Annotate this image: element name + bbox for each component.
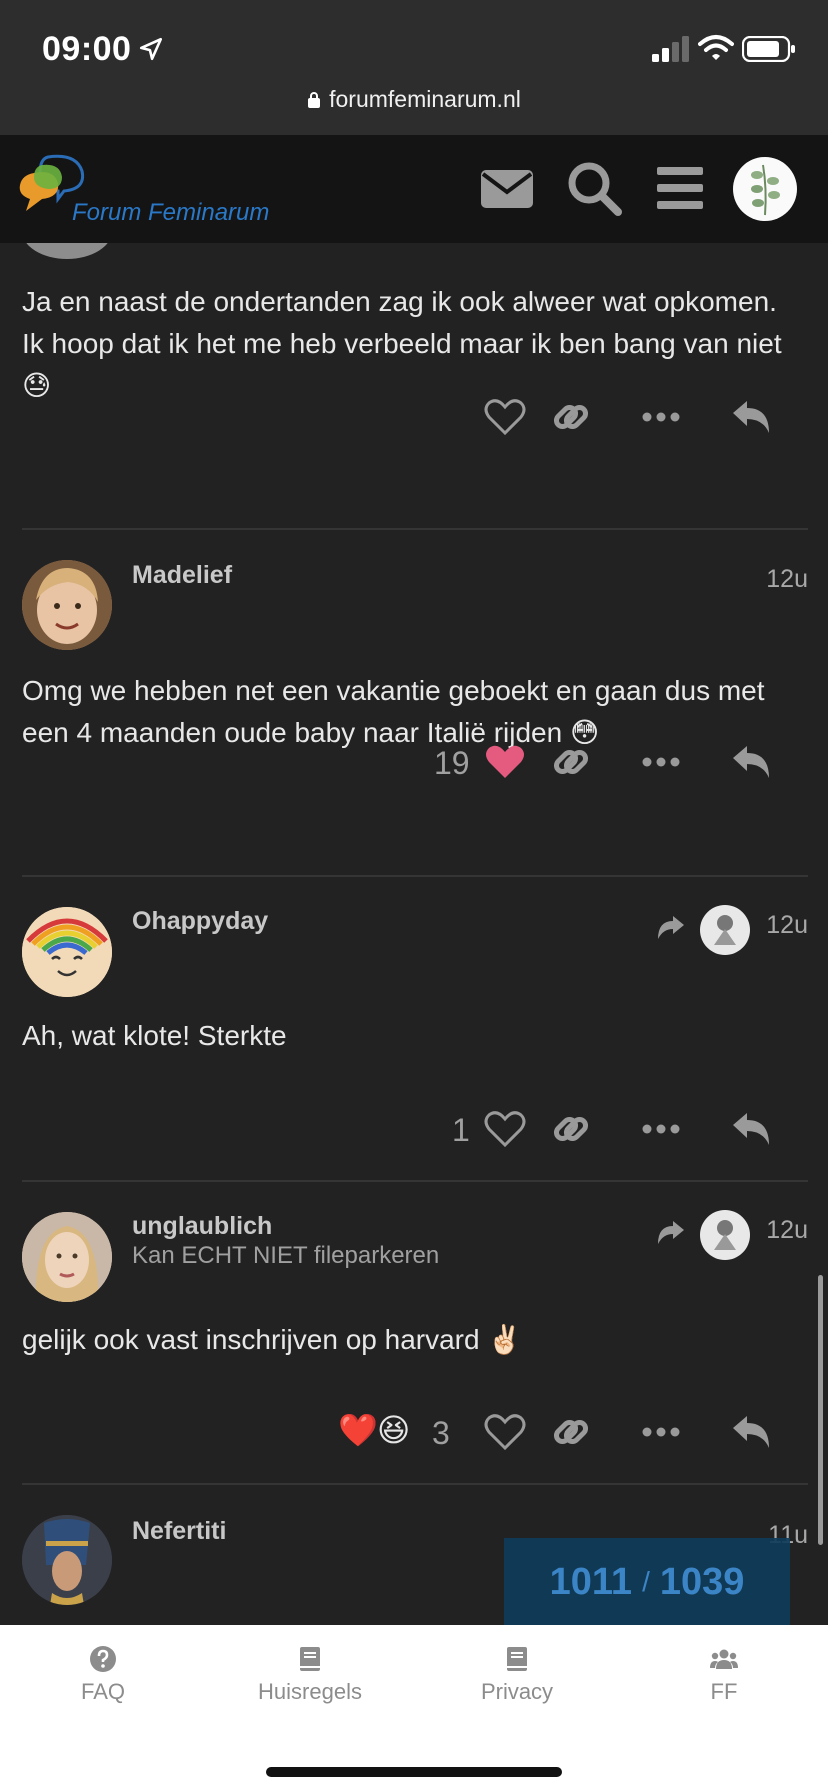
book-icon	[507, 1647, 527, 1671]
post-divider	[22, 875, 808, 877]
footer-nav: FAQ Huisregels Privacy FF	[0, 1625, 828, 1792]
avatar[interactable]	[22, 907, 112, 997]
book-icon	[300, 1647, 320, 1671]
eucalyptus-avatar-icon	[751, 164, 780, 216]
wifi-icon	[698, 35, 734, 60]
battery-icon	[742, 36, 795, 62]
site-header: Forum Feminarum	[0, 135, 828, 243]
heart-outline-icon[interactable]	[483, 1410, 527, 1454]
footer-label: FF	[710, 1679, 738, 1704]
footer-item-ff[interactable]: FF	[624, 1645, 824, 1705]
post-time[interactable]: 12u	[766, 565, 808, 594]
footer-item-huisregels[interactable]: Huisregels	[210, 1645, 410, 1705]
share-arrow-icon	[658, 1221, 684, 1244]
progress-total: 1039	[659, 1560, 745, 1603]
reply-icon[interactable]	[729, 395, 773, 439]
search-icon[interactable]	[565, 159, 623, 217]
share-arrow-icon	[658, 916, 684, 939]
url-text: forumfeminarum.nl	[329, 86, 521, 112]
lock-icon	[308, 92, 321, 108]
post-body: gelijk ook vast inschrijven op harvard ✌…	[22, 1324, 523, 1355]
reply-to-indicator[interactable]	[656, 1208, 750, 1262]
avatar[interactable]	[22, 1515, 112, 1605]
heart-filled-icon[interactable]	[483, 740, 527, 784]
progress-current: 1011	[549, 1560, 633, 1603]
reply-avatar	[700, 905, 750, 955]
heart-outline-icon[interactable]	[483, 395, 527, 439]
topic-progress[interactable]: 1011 / 1039	[504, 1538, 790, 1626]
avatar[interactable]	[22, 560, 112, 650]
link-icon[interactable]	[549, 1107, 593, 1151]
more-options-icon[interactable]	[639, 395, 683, 439]
reaction-heart-emoji[interactable]: ❤️	[338, 1412, 378, 1448]
envelope-icon[interactable]	[478, 159, 536, 217]
progress-separator: /	[642, 1566, 650, 1597]
more-options-icon[interactable]	[639, 1107, 683, 1151]
footer-item-privacy[interactable]: Privacy	[417, 1645, 617, 1705]
status-bar: 09:00 forumfeminarum.nl	[0, 0, 828, 135]
post-username[interactable]: Nefertiti	[132, 1517, 226, 1546]
reply-icon[interactable]	[729, 1107, 773, 1151]
status-time: 09:00	[42, 30, 132, 68]
woman-photo-avatar	[22, 1212, 112, 1302]
home-indicator[interactable]	[266, 1767, 562, 1777]
location-arrow-icon	[139, 37, 163, 61]
post-divider	[22, 528, 808, 530]
scrollbar[interactable]	[818, 1275, 823, 1545]
like-count[interactable]: 1	[452, 1112, 470, 1149]
post-username[interactable]: Madelief	[132, 561, 232, 590]
avatar[interactable]	[22, 243, 112, 259]
avatar[interactable]	[22, 1212, 112, 1302]
like-count[interactable]: 3	[432, 1415, 450, 1452]
footer-label: Privacy	[480, 1679, 554, 1704]
cellular-signal-icon	[652, 36, 689, 62]
user-avatar[interactable]	[733, 157, 797, 221]
more-options-icon[interactable]	[639, 1410, 683, 1454]
nefertiti-avatar	[22, 1515, 112, 1605]
more-options-icon[interactable]	[639, 740, 683, 784]
reaction-laugh-emoji[interactable]: 😆	[377, 1412, 410, 1448]
footer-label: FAQ	[80, 1679, 125, 1704]
link-icon[interactable]	[549, 740, 593, 784]
question-circle-icon	[90, 1646, 116, 1672]
link-icon[interactable]	[549, 1410, 593, 1454]
post-divider	[22, 1180, 808, 1182]
heart-outline-icon[interactable]	[483, 1107, 527, 1151]
hamburger-menu-icon[interactable]	[651, 159, 709, 217]
reply-to-indicator[interactable]	[656, 903, 750, 957]
logo-text[interactable]: Forum Feminarum	[72, 199, 269, 227]
reply-avatar	[700, 1210, 750, 1260]
child-photo-avatar	[22, 560, 112, 650]
rainbow-smiley-avatar	[22, 907, 112, 997]
post-body: Ja en naast de ondertanden zag ik ook al…	[22, 286, 782, 401]
users-icon	[710, 1649, 738, 1669]
reply-icon[interactable]	[729, 740, 773, 784]
footer-item-faq[interactable]: FAQ	[3, 1645, 203, 1705]
post-stream: Ja en naast de ondertanden zag ik ook al…	[0, 243, 828, 1625]
post-time[interactable]: 12u	[766, 911, 808, 940]
post-divider	[22, 1483, 808, 1485]
link-icon[interactable]	[549, 395, 593, 439]
user-title: Kan ECHT NIET fileparkeren	[132, 1242, 440, 1269]
url-bar[interactable]: forumfeminarum.nl	[0, 86, 828, 113]
reply-icon[interactable]	[729, 1410, 773, 1454]
post-username[interactable]: Ohappyday	[132, 907, 268, 936]
post-time[interactable]: 12u	[766, 1216, 808, 1245]
post-username[interactable]: unglaublich	[132, 1212, 272, 1241]
post-body: Ah, wat klote! Sterkte	[22, 1020, 287, 1051]
footer-label: Huisregels	[258, 1679, 362, 1704]
like-count[interactable]: 19	[434, 745, 470, 782]
